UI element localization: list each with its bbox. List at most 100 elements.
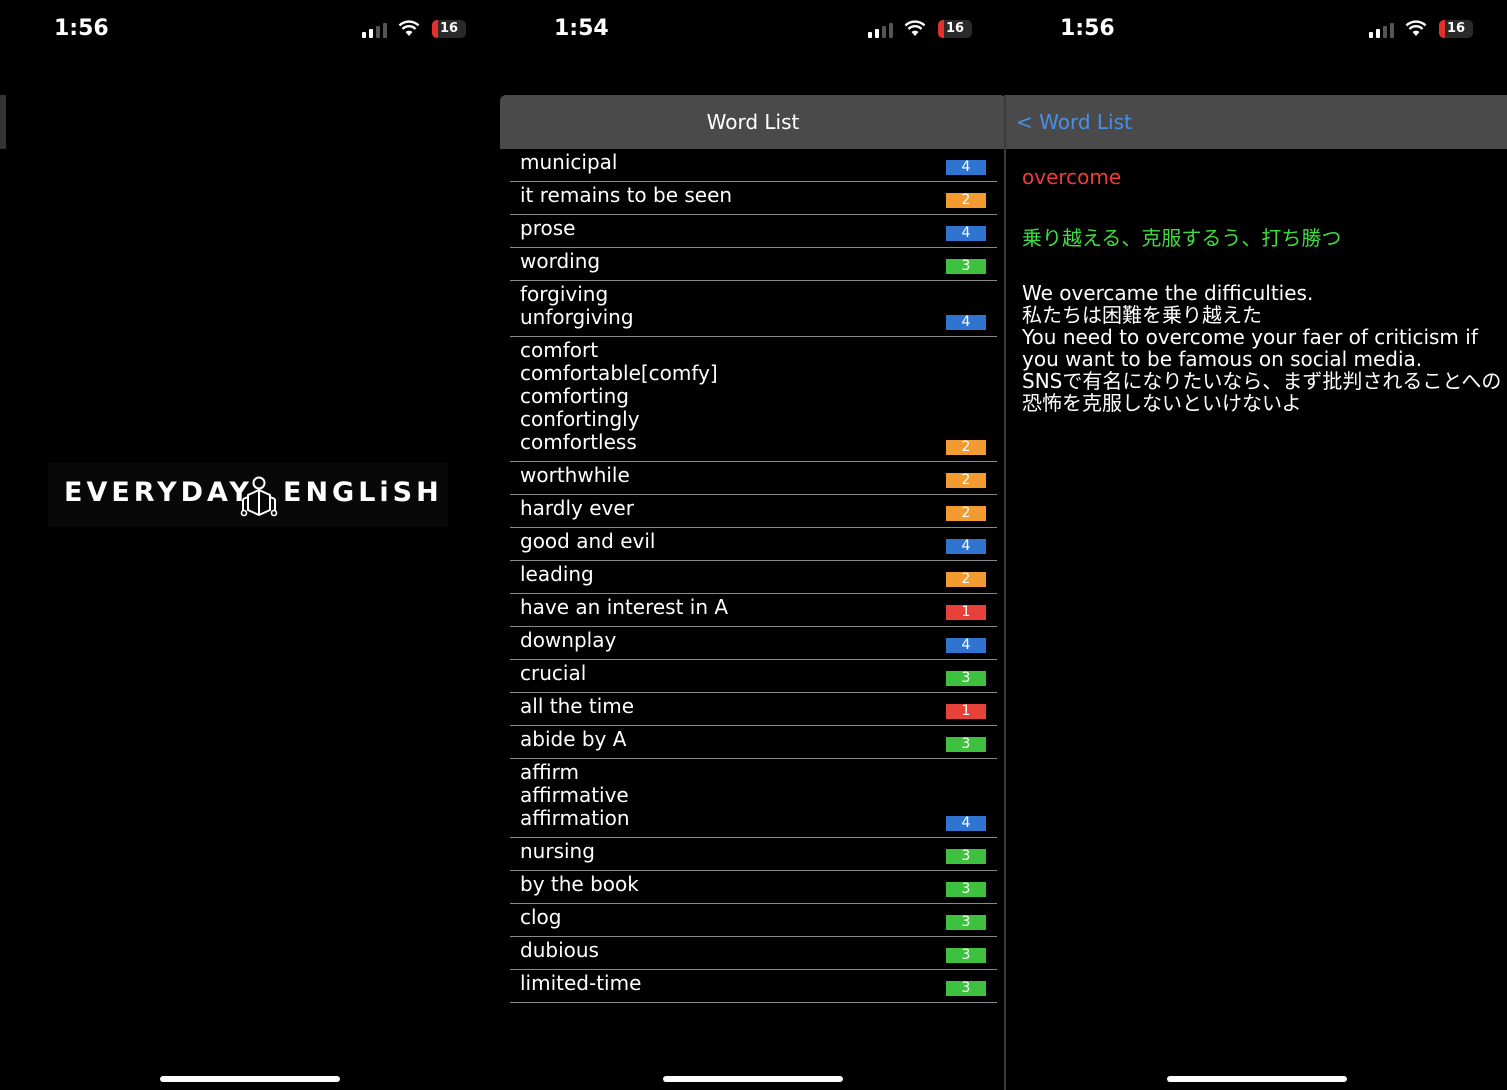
battery-level: 16: [1446, 21, 1466, 36]
level-badge: 3: [946, 948, 986, 963]
word-list-item[interactable]: comfort comfortable[comfy] comforting co…: [510, 337, 997, 462]
cellular-signal-icon: [868, 22, 894, 38]
wifi-icon: [398, 20, 420, 36]
level-badge: 4: [946, 816, 986, 831]
word-list-item[interactable]: affirm affirmative affirmation 4: [510, 759, 997, 838]
splash-screen: 1:56 16 EVERYDAY ENGLiSH: [0, 0, 500, 1090]
word-text: worthwhile: [520, 463, 630, 487]
word-list-item[interactable]: abide by A 3: [510, 726, 997, 759]
word-list-item[interactable]: good and evil 4: [510, 528, 997, 561]
cellular-signal-icon: [362, 22, 388, 38]
level-badge: 4: [946, 315, 986, 330]
level-badge: 3: [946, 737, 986, 752]
navigation-bar: < Word List: [1006, 95, 1507, 149]
cellular-signal-icon: [1369, 22, 1395, 38]
word-list-item[interactable]: prose 4: [510, 215, 997, 248]
battery-icon: 16: [938, 20, 972, 38]
logo-text-right: ENGLiSH: [283, 477, 443, 508]
word-text: limited-time: [520, 971, 642, 995]
detail-meaning: 乗り越える、克服するう、打ち勝つ: [1022, 226, 1342, 250]
level-badge: 4: [946, 638, 986, 653]
level-badge: 3: [946, 882, 986, 897]
left-edge-tab: [0, 95, 6, 149]
level-badge: 4: [946, 226, 986, 241]
word-list[interactable]: municipal 4 it remains to be seen 2 prose 4 wo…: [510, 149, 997, 1003]
word-text: nursing: [520, 839, 595, 863]
level-badge: 1: [946, 605, 986, 620]
word-list-screen: 1:54 16 Word List municipal 4 it remains t…: [500, 0, 1006, 1090]
level-badge: 1: [946, 704, 986, 719]
word-list-item[interactable]: hardly ever 2: [510, 495, 997, 528]
word-list-item[interactable]: clog 3: [510, 904, 997, 937]
word-text: by the book: [520, 872, 639, 896]
word-text: good and evil: [520, 529, 656, 553]
level-badge: 4: [946, 539, 986, 554]
word-text: affirm affirmative affirmation: [520, 760, 630, 830]
home-indicator[interactable]: [160, 1076, 340, 1082]
word-list-item[interactable]: have an interest in A 1: [510, 594, 997, 627]
word-list-item[interactable]: it remains to be seen 2: [510, 182, 997, 215]
level-badge: 3: [946, 259, 986, 274]
level-badge: 3: [946, 915, 986, 930]
battery-level: 16: [945, 21, 965, 36]
word-text: forgiving unforgiving: [520, 282, 634, 329]
book-reader-icon: [240, 476, 278, 517]
word-list-item[interactable]: by the book 3: [510, 871, 997, 904]
word-text: downplay: [520, 628, 617, 652]
word-text: all the time: [520, 694, 635, 718]
word-text: abide by A: [520, 727, 627, 751]
word-text: crucial: [520, 661, 587, 685]
word-text: hardly ever: [520, 496, 634, 520]
word-text: dubious: [520, 938, 599, 962]
word-text: prose: [520, 216, 576, 240]
word-text: it remains to be seen: [520, 183, 733, 207]
word-list-item[interactable]: wording 3: [510, 248, 997, 281]
level-badge: 3: [946, 849, 986, 864]
home-indicator[interactable]: [1166, 1076, 1347, 1082]
word-text: leading: [520, 562, 594, 586]
level-badge: 2: [946, 440, 986, 455]
status-time: 1:56: [1060, 16, 1115, 41]
word-list-item[interactable]: all the time 1: [510, 693, 997, 726]
word-list-item[interactable]: worthwhile 2: [510, 462, 997, 495]
level-badge: 2: [946, 193, 986, 208]
word-list-item[interactable]: leading 2: [510, 561, 997, 594]
word-list-item[interactable]: downplay 4: [510, 627, 997, 660]
level-badge: 2: [946, 572, 986, 587]
status-bar: 1:56 16: [1006, 0, 1507, 60]
page-title: Word List: [706, 110, 800, 134]
detail-example: We overcame the difficulties. 私たちは困難を乗り越…: [1022, 281, 1502, 415]
status-bar: 1:56 16: [0, 0, 500, 60]
level-badge: 2: [946, 473, 986, 488]
battery-icon: 16: [432, 20, 466, 38]
back-button[interactable]: < Word List: [1016, 95, 1132, 149]
wifi-icon: [1405, 20, 1427, 36]
logo-text-left: EVERYDAY: [64, 477, 253, 508]
navigation-bar: Word List: [500, 95, 1006, 149]
battery-icon: 16: [1439, 20, 1473, 38]
word-list-item[interactable]: limited-time 3: [510, 970, 997, 1003]
home-indicator[interactable]: [663, 1076, 843, 1082]
status-bar: 1:54 16: [500, 0, 1006, 60]
word-list-item[interactable]: dubious 3: [510, 937, 997, 970]
word-text: wording: [520, 249, 601, 273]
word-text: have an interest in A: [520, 595, 729, 619]
detail-word: overcome: [1022, 165, 1122, 189]
word-detail-screen: 1:56 16 < Word List overcome 乗り越える、克服するう…: [1006, 0, 1507, 1090]
word-text: municipal: [520, 150, 618, 174]
status-time: 1:56: [54, 16, 109, 41]
status-time: 1:54: [554, 16, 609, 41]
level-badge: 3: [946, 671, 986, 686]
word-text: clog: [520, 905, 562, 929]
word-list-item[interactable]: municipal 4: [510, 149, 997, 182]
wifi-icon: [904, 20, 926, 36]
word-list-item[interactable]: nursing 3: [510, 838, 997, 871]
word-list-item[interactable]: crucial 3: [510, 660, 997, 693]
level-badge: 2: [946, 506, 986, 521]
level-badge: 4: [946, 160, 986, 175]
level-badge: 3: [946, 981, 986, 996]
app-logo: EVERYDAY ENGLiSH: [48, 463, 448, 527]
word-list-item[interactable]: forgiving unforgiving 4: [510, 281, 997, 337]
word-text: comfort comfortable[comfy] comforting co…: [520, 338, 718, 454]
battery-level: 16: [439, 21, 459, 36]
